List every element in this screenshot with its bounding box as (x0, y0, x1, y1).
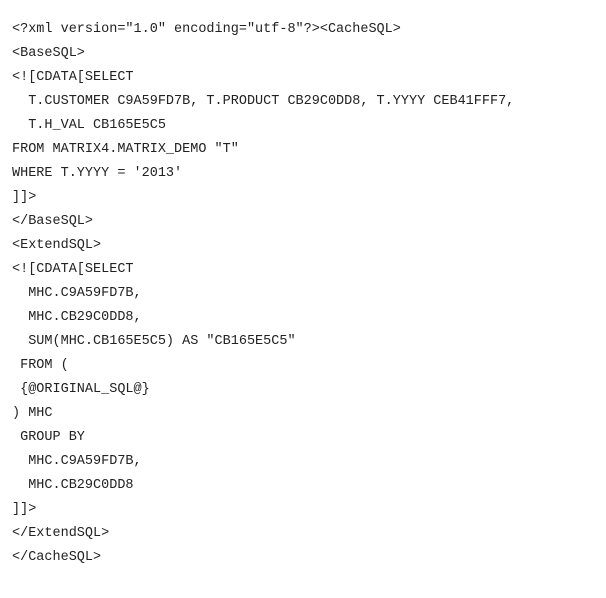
xml-sql-code-block: <?xml version="1.0" encoding="utf-8"?><C… (0, 0, 606, 570)
